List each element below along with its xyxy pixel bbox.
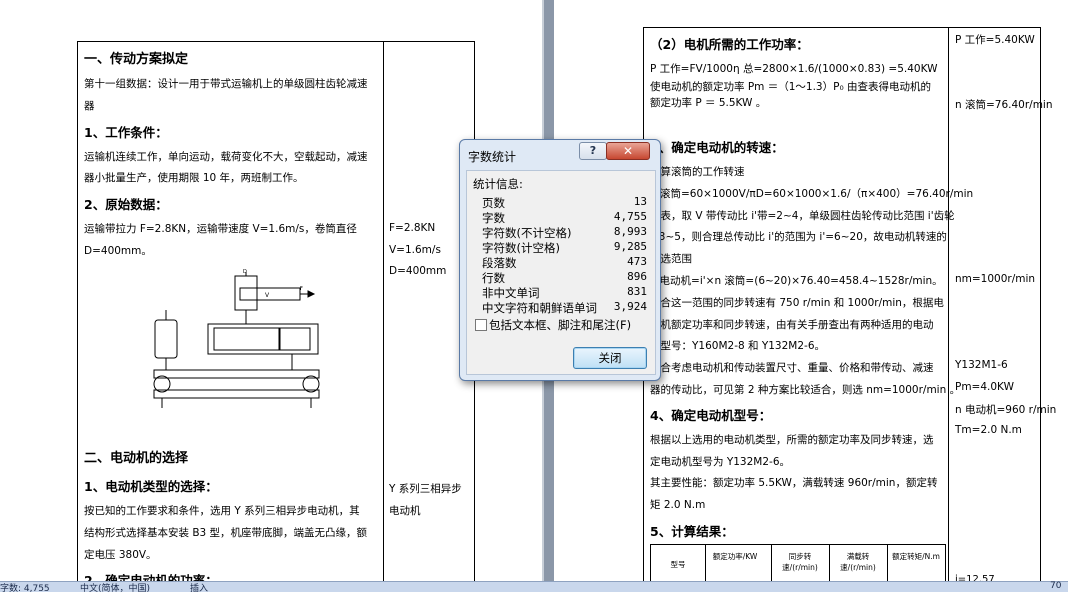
stat-value: 3,924 bbox=[613, 300, 647, 313]
status-wordcount[interactable]: 字数: 4,755 bbox=[0, 581, 50, 594]
stat-label: 非中文单词 bbox=[482, 286, 540, 300]
speed-line8: 动机额定功率和同步转速，由有关手册查出有两种适用的电动 bbox=[650, 319, 934, 331]
stat-value: 896 bbox=[627, 270, 647, 283]
intro-line2: 器 bbox=[84, 100, 95, 112]
include-textbox-label[interactable]: 包括文本框、脚注和尾注(F) bbox=[489, 317, 631, 333]
stat-label: 行数 bbox=[482, 271, 505, 285]
motor-type-line2: 结构形式选择基本安装 B3 型，机座带底脚，端盖无凸缘，额 bbox=[84, 527, 368, 539]
side-y-series1: Y 系列三相异步 bbox=[389, 483, 462, 495]
result-header-1: 额定功率/KW bbox=[705, 545, 764, 585]
stat-value: 473 bbox=[627, 255, 647, 268]
result-table: 型号 额定功率/KW 同步转速/(r/min) 满载转速/(r/min) 额定转… bbox=[650, 544, 946, 585]
side-y-series2: 电动机 bbox=[389, 505, 421, 517]
power-line2: 使电动机的额定功率 Pm ＝（1～1.3）P₀ 由查表得电动机的 bbox=[650, 81, 931, 93]
stat-row: 字符数(计空格) 9,285 bbox=[482, 240, 647, 255]
motor-type-line1: 按已知的工作要求和条件，选用 Y 系列三相异步电动机，其 bbox=[84, 505, 360, 517]
diagram-top-label: D bbox=[243, 269, 247, 275]
power-line1: P 工作=FV/1000η 总=2800×1.6/(1000×0.83) =5.… bbox=[650, 63, 938, 75]
dialog-title: 字数统计 bbox=[468, 150, 517, 164]
raw-data-title: 2、原始数据： bbox=[84, 197, 168, 212]
stat-row: 中文字符和朝鲜语单词 3,924 bbox=[482, 300, 647, 315]
side-model: Y132M1-6 bbox=[955, 359, 1008, 371]
model-line3: 其主要性能：额定功率 5.5KW，满载转速 960r/min，额定转 bbox=[650, 477, 938, 489]
status-bar: 字数: 4,755 中文(简体，中国) 插入 70 bbox=[0, 581, 1068, 594]
raw-data-line1: 运输带拉力 F=2.8KN，运输带速度 V=1.6m/s，卷筒直径 bbox=[84, 223, 357, 235]
result-header-3: 满载转速/(r/min) bbox=[829, 545, 886, 585]
stat-row: 非中文单词 831 bbox=[482, 285, 647, 300]
stat-label: 字符数(不计空格) bbox=[482, 226, 572, 240]
speed-line6: n'电动机=i'×n 滚筒=(6~20)×76.40=458.4~1528r/m… bbox=[650, 275, 943, 287]
model-line2: 定电动机型号为 Y132M2-6。 bbox=[650, 456, 791, 468]
stat-value: 4,755 bbox=[613, 210, 647, 223]
dialog-close-x-button[interactable]: ✕ bbox=[606, 142, 650, 160]
help-button[interactable]: ? bbox=[579, 142, 607, 160]
work-cond-line2: 器小批量生产，使用期限 10 年，两班制工作。 bbox=[84, 172, 304, 184]
speed-title: 3、确定电动机的转速： bbox=[650, 140, 784, 155]
status-zoom[interactable]: 70 bbox=[1050, 581, 1061, 591]
power-title-right: （2）电机所需的工作功率： bbox=[650, 37, 809, 52]
stat-value: 9,285 bbox=[613, 240, 647, 253]
speed-line10: 综合考虑电动机和传动装置尺寸、重量、价格和带传动、减速 bbox=[650, 362, 934, 374]
section2-title: 二、电动机的选择 bbox=[84, 451, 189, 466]
stat-row: 页数 13 bbox=[482, 195, 647, 210]
side-nmotor: n 电动机=960 r/min bbox=[955, 404, 1057, 416]
diagram-v-label: V bbox=[265, 292, 270, 299]
diagram-f-label: F bbox=[300, 286, 303, 292]
stat-label: 字符数(计空格) bbox=[482, 241, 560, 255]
model-title: 4、确定电动机型号： bbox=[650, 408, 772, 423]
side-d: D=400mm bbox=[389, 265, 447, 277]
side-v: V=1.6m/s bbox=[389, 244, 441, 256]
close-button[interactable]: 关闭 bbox=[573, 347, 647, 369]
stats-heading: 统计信息: bbox=[473, 177, 523, 191]
motor-type-line3: 定电压 380V。 bbox=[84, 549, 157, 561]
side-pm: Pm=4.0KW bbox=[955, 381, 1014, 393]
result-title: 5、计算结果： bbox=[650, 524, 734, 539]
work-cond-title: 1、工作条件： bbox=[84, 125, 168, 140]
stat-label: 字数 bbox=[482, 211, 505, 225]
speed-line7: 符合这一范围的同步转速有 750 r/min 和 1000r/min，根据电 bbox=[650, 297, 944, 309]
work-cond-line1: 运输机连续工作，单向运动，载荷变化不大，空载起动，减速 bbox=[84, 151, 368, 163]
model-line4: 矩 2.0 N.m bbox=[650, 499, 706, 511]
speed-line2: n 滚筒=60×1000V/πD=60×1000×1.6/（π×400）=76.… bbox=[650, 188, 974, 200]
stat-label: 页数 bbox=[482, 196, 505, 210]
dialog-body: 统计信息: 页数 13 字数 4,755 字符数(不计空格) 8,993 字符数… bbox=[466, 170, 656, 375]
stat-row: 行数 896 bbox=[482, 270, 647, 285]
speed-line11: 器的传动比，可见第 2 种方案比较适合，则选 nm=1000r/min 。 bbox=[650, 384, 961, 396]
power-line3: 额定功率 P ＝ 5.5KW 。 bbox=[650, 97, 767, 109]
side-tm: Tm=2.0 N.m bbox=[955, 424, 1022, 436]
drive-diagram: D V F bbox=[153, 269, 320, 408]
model-line1: 根据以上选用的电动机类型，所需的额定功率及同步转速，选 bbox=[650, 434, 934, 446]
side-nm: nm=1000r/min bbox=[955, 273, 1036, 285]
speed-line4: =3~5，则合理总传动比 i'的范围为 i'=6~20，故电动机转速的 bbox=[650, 231, 947, 243]
stat-value: 831 bbox=[627, 285, 647, 298]
motor-type-title: 1、电动机类型的选择： bbox=[84, 479, 218, 494]
stat-value: 13 bbox=[633, 195, 647, 208]
include-textbox-checkbox[interactable] bbox=[475, 319, 487, 331]
speed-line3: 按表，取 V 带传动比 i'带=2~4，单级圆柱齿轮传动比范围 i'齿轮 bbox=[650, 210, 955, 222]
stat-label: 段落数 bbox=[482, 256, 517, 270]
raw-data-line2: D=400mm。 bbox=[84, 245, 152, 257]
stat-row: 字数 4,755 bbox=[482, 210, 647, 225]
intro-line1: 第十一组数据：设计一用于带式运输机上的单级圆柱齿轮减速 bbox=[84, 78, 368, 90]
section1-title: 一、传动方案拟定 bbox=[84, 52, 189, 67]
speed-line9: 机型号：Y160M2-8 和 Y132M2-6。 bbox=[650, 340, 826, 352]
stat-label: 中文字符和朝鲜语单词 bbox=[482, 301, 597, 315]
status-language[interactable]: 中文(简体，中国) bbox=[80, 581, 150, 594]
result-header-2: 同步转速/(r/min) bbox=[771, 545, 828, 585]
result-header-0: 型号 bbox=[670, 560, 686, 569]
stat-value: 8,993 bbox=[613, 225, 647, 238]
status-mode[interactable]: 插入 bbox=[190, 581, 208, 594]
speed-line1: 计算滚筒的工作转速 bbox=[650, 166, 745, 178]
side-p-work: P 工作=5.40KW bbox=[955, 34, 1035, 46]
side-f: F=2.8KN bbox=[389, 222, 436, 234]
result-header-4: 额定转矩/N.m bbox=[887, 545, 944, 585]
stat-row: 字符数(不计空格) 8,993 bbox=[482, 225, 647, 240]
word-count-dialog: 字数统计 ? ✕ 统计信息: 页数 13 字数 4,755 字符数(不计空格) … bbox=[459, 139, 661, 381]
stat-row: 段落数 473 bbox=[482, 255, 647, 270]
side-n-drum: n 滚筒=76.40r/min bbox=[955, 99, 1053, 111]
